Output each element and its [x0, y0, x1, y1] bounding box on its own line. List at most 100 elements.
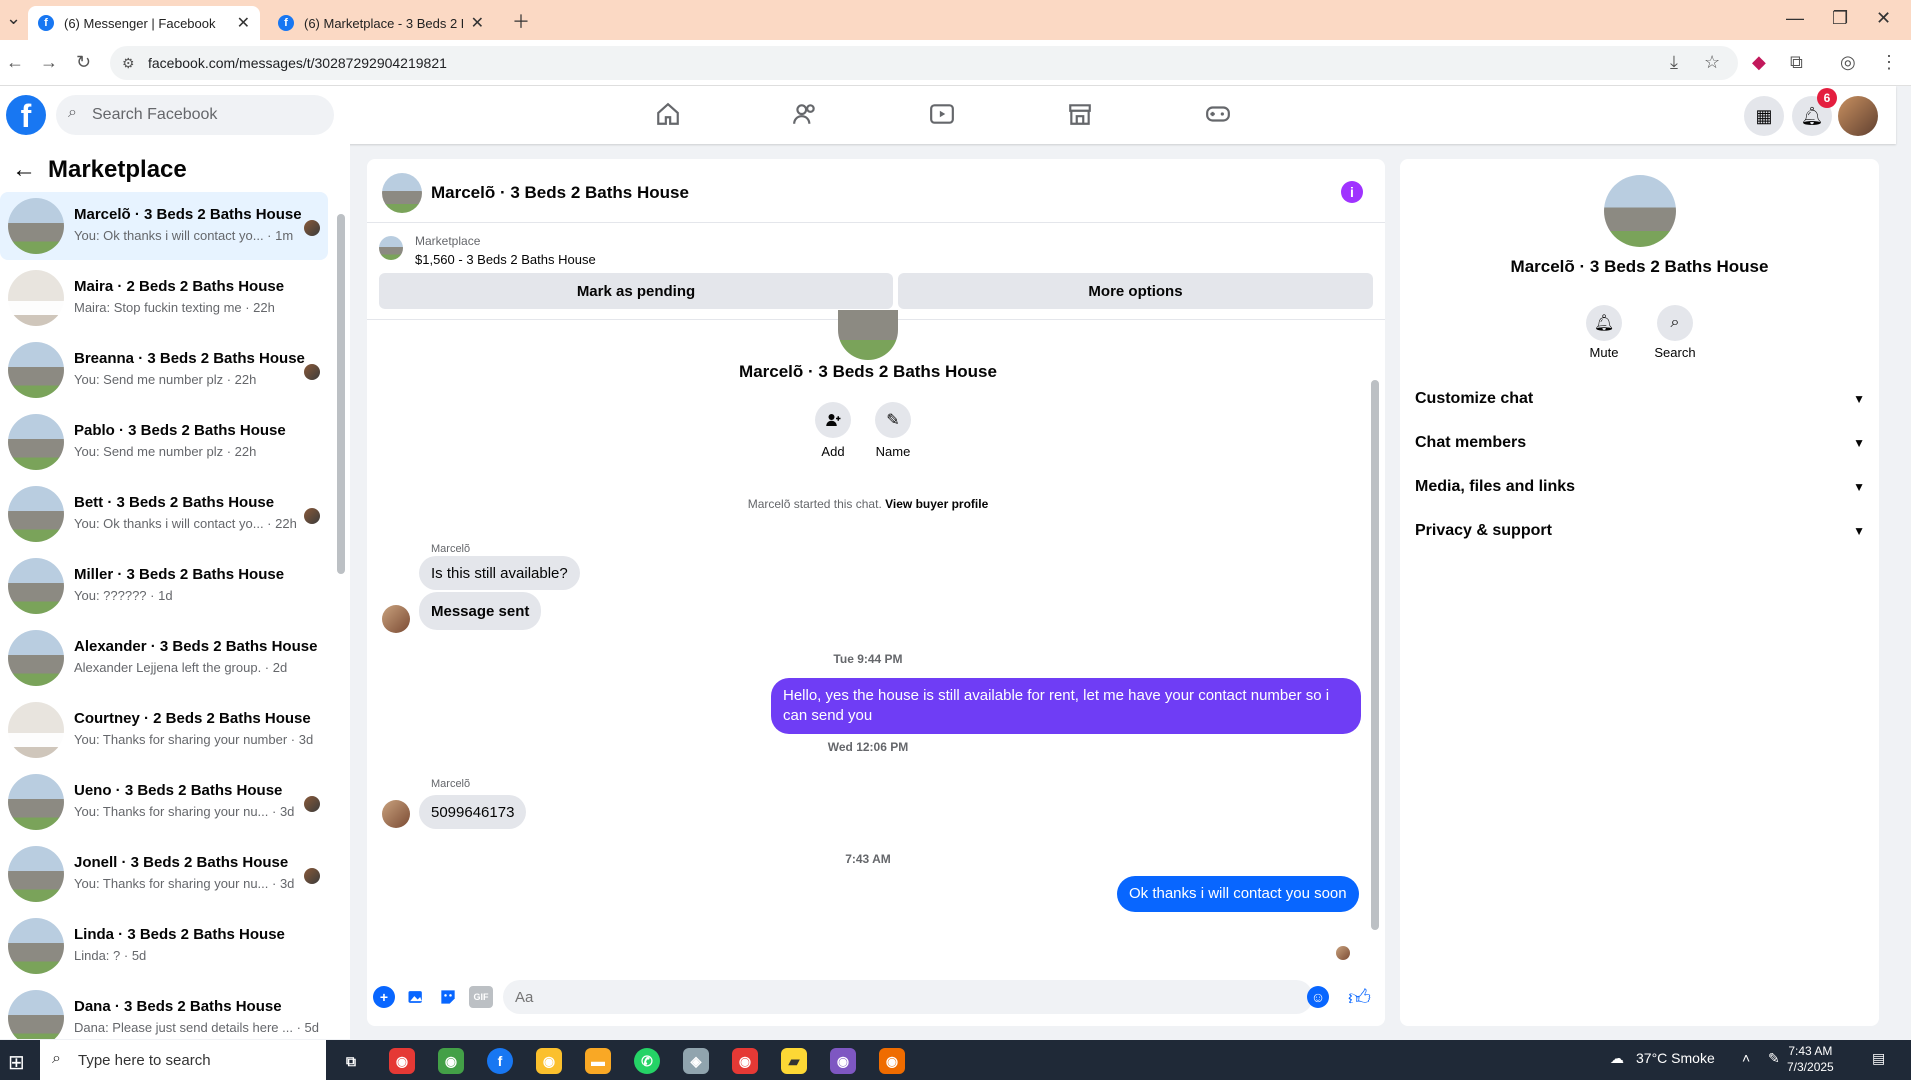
tab-list-icon[interactable]: ⌄: [6, 8, 21, 29]
system-clock[interactable]: 7:43 AM 7/3/2025: [1787, 1043, 1834, 1075]
sender-avatar[interactable]: [382, 605, 410, 633]
conversation-item[interactable]: Alexander · 3 Beds 2 Baths House Alexande…: [0, 624, 328, 692]
listing-thumbnail[interactable]: [379, 236, 403, 260]
video-nav-icon[interactable]: [922, 96, 962, 132]
gif-icon[interactable]: GIF: [469, 986, 493, 1008]
mute-bell-icon[interactable]: 🔔︎: [1586, 305, 1622, 341]
chrome-app-icon[interactable]: ◉: [536, 1048, 562, 1074]
facebook-app-icon[interactable]: f: [487, 1048, 513, 1074]
conversation-item[interactable]: Courtney · 2 Beds 2 Baths House You: Than…: [0, 696, 328, 764]
facebook-favicon-icon: f: [38, 15, 54, 31]
thumbs-up-icon[interactable]: 👍︎: [1348, 984, 1371, 1011]
new-tab-icon[interactable]: ＋: [512, 8, 530, 34]
windows-start-icon[interactable]: ⊞: [8, 1050, 25, 1075]
chrome-app-icon[interactable]: ◉: [879, 1048, 905, 1074]
chrome-app-icon[interactable]: ◉: [732, 1048, 758, 1074]
sticky-notes-icon[interactable]: ▰: [781, 1048, 807, 1074]
scrollbar-thumb[interactable]: [1371, 380, 1379, 930]
emoji-icon[interactable]: ☺: [1307, 986, 1329, 1008]
chrome-app-icon[interactable]: ◉: [438, 1048, 464, 1074]
facebook-logo-icon[interactable]: f: [6, 95, 46, 135]
app-icon[interactable]: ◈: [683, 1048, 709, 1074]
sender-avatar[interactable]: [382, 800, 410, 828]
conversation-item[interactable]: Pablo · 3 Beds 2 Baths House You: Send me…: [0, 408, 328, 476]
add-person-icon[interactable]: [815, 402, 851, 438]
pencil-icon[interactable]: ✎: [875, 402, 911, 438]
chat-title[interactable]: Marcelõ · 3 Beds 2 Baths House: [431, 183, 689, 203]
search-icon[interactable]: ⌕: [1657, 305, 1693, 341]
notification-center-icon[interactable]: ▤: [1872, 1050, 1885, 1067]
reload-icon[interactable]: ↻: [76, 52, 91, 73]
conversation-item[interactable]: Miller · 3 Beds 2 Baths House You: ??????…: [0, 552, 328, 620]
url-field[interactable]: ⚙ facebook.com/messages/t/30287292904219…: [110, 46, 1738, 80]
task-view-icon[interactable]: ⧉: [338, 1048, 364, 1074]
more-options-button[interactable]: More options: [898, 273, 1373, 309]
taskbar-search[interactable]: ⌕ Type here to search: [40, 1040, 326, 1080]
minimize-icon[interactable]: —: [1786, 8, 1804, 29]
privacy-support-section[interactable]: Privacy & support ▼: [1415, 513, 1865, 549]
conversation-item[interactable]: Maira · 2 Beds 2 Baths House Maira: Stop …: [0, 264, 328, 332]
tab-messenger[interactable]: f (6) Messenger | Facebook ✕: [28, 6, 260, 40]
friends-nav-icon[interactable]: [785, 96, 825, 132]
scrollbar-thumb[interactable]: [337, 214, 345, 574]
weather-icon[interactable]: ☁: [1610, 1050, 1624, 1067]
chat-avatar[interactable]: [382, 173, 422, 213]
restore-icon[interactable]: ❐: [1832, 8, 1848, 29]
tray-chevron-icon[interactable]: ˄: [1742, 1050, 1750, 1066]
gaming-nav-icon[interactable]: [1198, 96, 1238, 132]
conversation-item[interactable]: Dana · 3 Beds 2 Baths House Dana: Please …: [0, 984, 328, 1039]
contact-avatar[interactable]: [1604, 175, 1676, 247]
window-close-icon[interactable]: ✕: [1876, 8, 1891, 29]
info-icon[interactable]: i: [1341, 181, 1363, 203]
message-input[interactable]: [503, 980, 1313, 1014]
media-files-links-section[interactable]: Media, files and links ▼: [1415, 469, 1865, 505]
chat-scrollbar[interactable]: [1371, 325, 1379, 961]
chrome-app-icon[interactable]: ◉: [830, 1048, 856, 1074]
close-icon[interactable]: ✕: [471, 13, 484, 33]
forward-icon[interactable]: →: [40, 52, 58, 73]
extension-shield-icon[interactable]: ◆: [1752, 52, 1766, 73]
install-icon[interactable]: ⤓: [1670, 52, 1678, 73]
whatsapp-icon[interactable]: ✆: [634, 1048, 660, 1074]
conversation-item[interactable]: Linda · 3 Beds 2 Baths House Linda: ? · 5…: [0, 912, 328, 980]
chrome-app-icon[interactable]: ◉: [389, 1048, 415, 1074]
conversation-item[interactable]: Jonell · 3 Beds 2 Baths House You: Thanks…: [0, 840, 328, 908]
conversation-item[interactable]: Marcelõ · 3 Beds 2 Baths House You: Ok th…: [0, 192, 328, 260]
extensions-icon[interactable]: ⧉: [1790, 52, 1803, 73]
menu-grid-icon[interactable]: ▦: [1744, 96, 1784, 136]
facebook-search[interactable]: ⌕ Search Facebook: [56, 95, 334, 135]
menu-kebab-icon[interactable]: ⋮: [1880, 52, 1898, 73]
message-bubble-outgoing[interactable]: Hello, yes the house is still available …: [771, 678, 1361, 734]
plus-icon[interactable]: +: [373, 986, 395, 1008]
sticker-icon[interactable]: [437, 986, 459, 1008]
sidebar-scrollbar[interactable]: [337, 200, 345, 1035]
site-info-icon[interactable]: ⚙: [122, 55, 135, 72]
close-icon[interactable]: ✕: [237, 13, 250, 33]
back-arrow-icon[interactable]: ←: [12, 156, 36, 184]
file-explorer-icon[interactable]: ▬: [585, 1048, 611, 1074]
chat-members-section[interactable]: Chat members ▼: [1415, 425, 1865, 461]
message-bubble-outgoing[interactable]: Ok thanks i will contact you soon: [1117, 876, 1359, 912]
account-avatar[interactable]: [1838, 96, 1878, 136]
view-buyer-profile-link[interactable]: View buyer profile: [885, 497, 988, 511]
message-bubble-incoming[interactable]: 5099646173: [419, 795, 527, 829]
customize-chat-section[interactable]: Customize chat ▼: [1415, 381, 1865, 417]
conversation-item[interactable]: Breanna · 3 Beds 2 Baths House You: Send …: [0, 336, 328, 404]
weather-text[interactable]: 37°C Smoke: [1636, 1050, 1715, 1066]
listing-thumbnail: [8, 558, 64, 614]
message-bubble-incoming[interactable]: Message sent: [419, 592, 542, 630]
conversation-item[interactable]: Ueno · 3 Beds 2 Baths House You: Thanks f…: [0, 768, 328, 836]
message-bubble-incoming[interactable]: Is this still available?: [419, 556, 580, 590]
profile-icon[interactable]: ◎: [1840, 52, 1856, 73]
marketplace-nav-icon[interactable]: [1060, 96, 1100, 132]
back-icon[interactable]: ←: [6, 52, 24, 73]
conversation-item[interactable]: Bett · 3 Beds 2 Baths House You: Ok thank…: [0, 480, 328, 548]
home-nav-icon[interactable]: [648, 96, 688, 132]
mark-as-pending-button[interactable]: Mark as pending: [379, 273, 893, 309]
pen-icon[interactable]: ✎: [1768, 1050, 1780, 1067]
tab-title: (6) Messenger | Facebook: [64, 15, 216, 31]
photo-icon[interactable]: [405, 986, 427, 1008]
bookmark-star-icon[interactable]: ☆: [1704, 52, 1720, 73]
listing-title[interactable]: $1,560 - 3 Beds 2 Baths House: [415, 252, 596, 267]
tab-marketplace[interactable]: f (6) Marketplace - 3 Beds 2 Bath ✕: [268, 6, 494, 40]
